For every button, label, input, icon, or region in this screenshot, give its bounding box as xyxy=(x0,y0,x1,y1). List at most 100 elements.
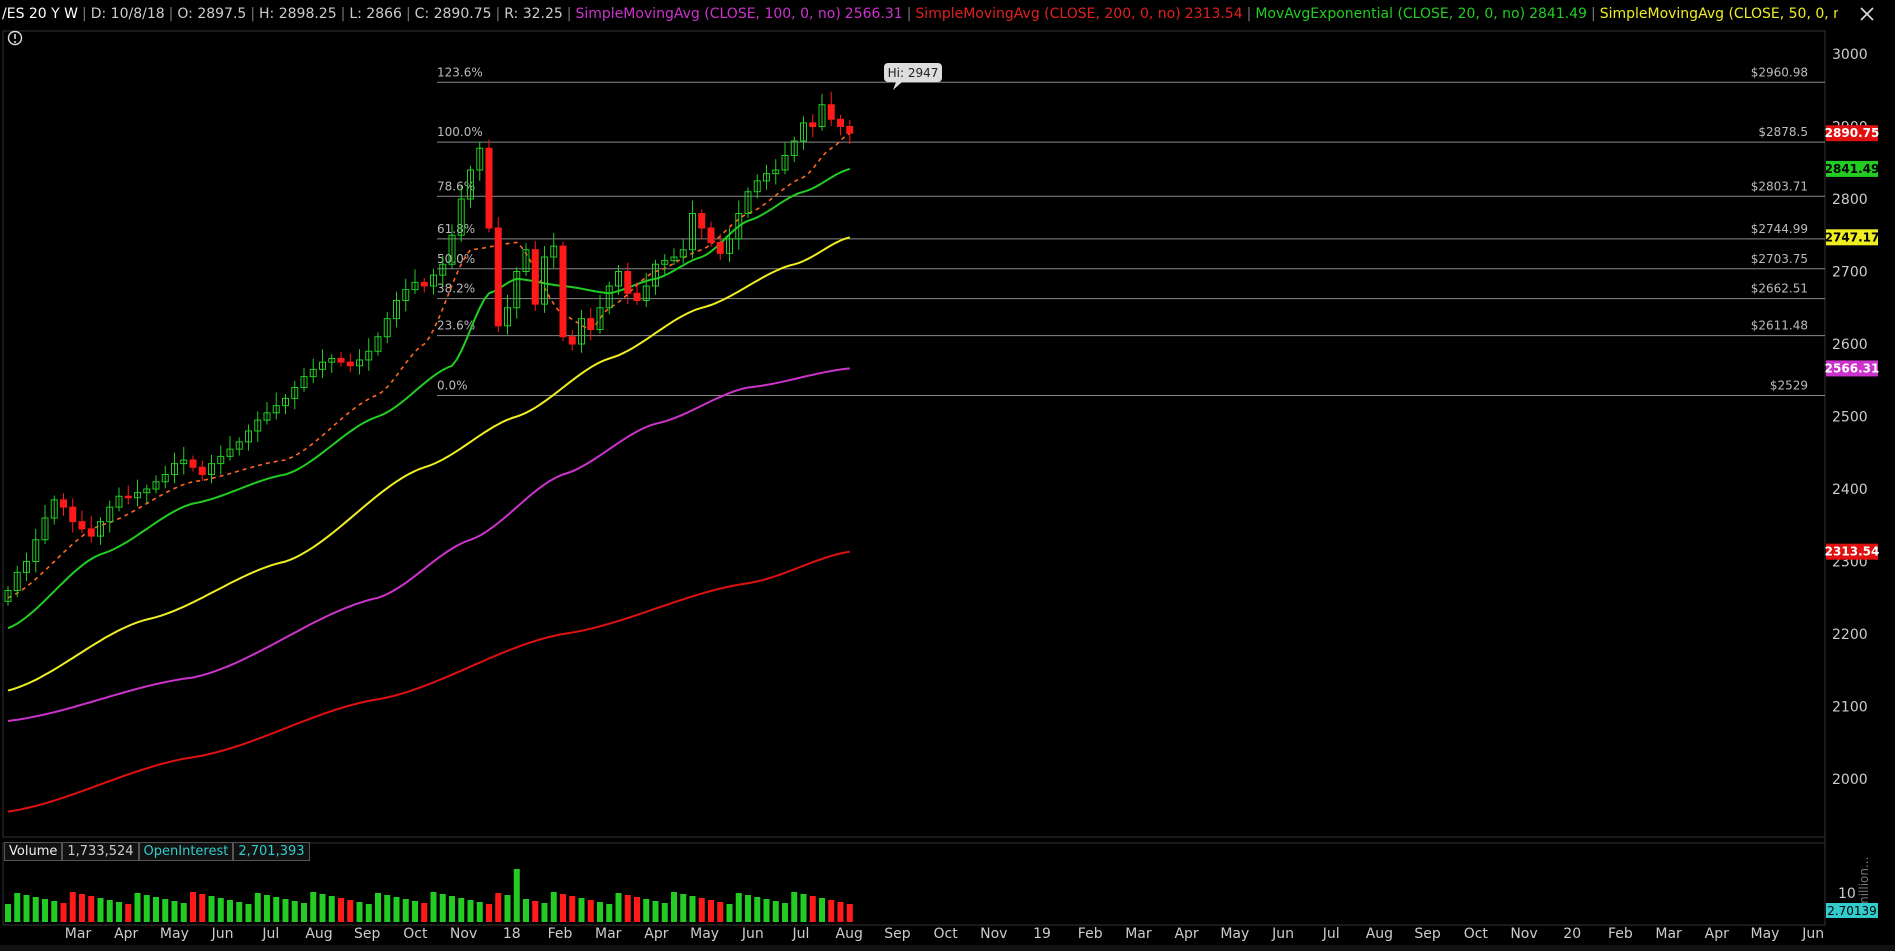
price-badge: 2747.17 xyxy=(1825,230,1880,244)
time-tick: Mar xyxy=(65,926,92,942)
study-label[interactable]: SimpleMovingAvg (CLOSE, 50, 0, no) xyxy=(1598,6,1838,22)
volume-bar xyxy=(421,903,428,922)
study-label[interactable]: SimpleMovingAvg (CLOSE, 100, 0, no) xyxy=(574,6,843,22)
symbol-label[interactable]: /ES 20 Y W xyxy=(0,6,80,22)
study-legend[interactable]: SimpleMovingAvg (CLOSE, 100, 0, no) 2566.… xyxy=(574,6,1839,22)
fib-price-label: $2744.99 xyxy=(1751,222,1808,236)
time-tick: Sep xyxy=(884,926,911,942)
volume-bar xyxy=(162,899,169,922)
time-tick: Mar xyxy=(1125,926,1152,942)
volume-bar xyxy=(365,904,372,922)
candle-body xyxy=(716,242,724,254)
candle-body xyxy=(198,466,206,475)
price-badge: 2313.54 xyxy=(1825,545,1880,559)
volume-unit: million... xyxy=(1857,857,1871,908)
volume-bar xyxy=(532,901,539,922)
time-tick: Aug xyxy=(305,926,332,942)
volume-bar xyxy=(661,903,668,922)
price-axis: 2000210022002300240025002600270028002900… xyxy=(1832,47,1868,788)
price-tick: 2500 xyxy=(1832,410,1868,426)
study-value: 2313.54 xyxy=(1184,6,1243,22)
volume-bar xyxy=(264,895,270,922)
candle-body xyxy=(124,495,132,499)
chart-canvas[interactable]: 123.6% $2960.98100.0% $2878.578.6% $2803.71… xyxy=(0,0,1895,951)
volume-bar xyxy=(606,904,613,922)
price-panel[interactable] xyxy=(2,30,1826,838)
volume-bar xyxy=(476,902,483,922)
time-tick: Feb xyxy=(1608,926,1633,942)
volume-bar xyxy=(347,900,354,922)
candle-body xyxy=(698,213,706,229)
volume-bar xyxy=(643,899,650,922)
volume-bar xyxy=(116,902,122,922)
scrollbar[interactable] xyxy=(0,945,1895,951)
time-tick: 19 xyxy=(1033,926,1051,942)
price-badge: 2566.31 xyxy=(1825,361,1880,375)
volume-label: Volume xyxy=(4,842,63,861)
study-label[interactable]: SimpleMovingAvg (CLOSE, 200, 0, no) xyxy=(913,6,1182,22)
volume-bar xyxy=(763,899,770,922)
hi-label: Hi: 2947 xyxy=(888,66,939,80)
volume-bar xyxy=(439,894,446,922)
volume-bar xyxy=(236,902,243,922)
volume-bar xyxy=(717,902,724,922)
volume-ytick: 10 xyxy=(1838,886,1856,902)
fib-price-label: $2960.98 xyxy=(1751,65,1808,79)
candle-body xyxy=(87,528,95,537)
volume-bar xyxy=(106,900,113,922)
volume-bar xyxy=(486,904,492,922)
volume-bar xyxy=(310,892,317,922)
price-badge: 2890.75 xyxy=(1825,126,1880,140)
time-tick: Oct xyxy=(403,926,428,942)
volume-bar xyxy=(171,901,178,922)
candle-body xyxy=(568,336,576,345)
volume-bar xyxy=(698,898,705,922)
volume-bar xyxy=(800,894,807,922)
time-tick: May xyxy=(160,926,189,942)
time-tick: Oct xyxy=(1464,926,1489,942)
time-tick: Sep xyxy=(354,926,381,942)
volume-bar xyxy=(624,895,631,922)
volume-bar xyxy=(5,904,11,922)
volume-legend: Volume 1,733,524 OpenInterest 2,701,393 xyxy=(4,842,310,861)
volume-bar xyxy=(745,895,751,922)
time-tick: Feb xyxy=(1078,926,1103,942)
fib-price-label: $2803.71 xyxy=(1751,179,1808,193)
volume-bar xyxy=(495,893,502,922)
fib-pct-label: 0.0% xyxy=(437,378,468,392)
volume-badge: 2.70139 xyxy=(1827,904,1877,918)
volume-bar xyxy=(726,904,733,922)
time-tick: May xyxy=(1751,926,1780,942)
time-tick: Mar xyxy=(1655,926,1682,942)
candle-body xyxy=(494,227,502,327)
volume-bar xyxy=(550,892,557,922)
candle-body xyxy=(60,499,67,508)
study-label[interactable]: MovAvgExponential (CLOSE, 20, 0, no) xyxy=(1253,6,1527,22)
fib-price-label: $2703.75 xyxy=(1751,252,1808,266)
fib-pct-label: 78.6% xyxy=(437,179,475,193)
candle-body xyxy=(346,361,354,367)
volume-bar xyxy=(273,897,280,922)
volume-bar xyxy=(837,902,844,922)
close-readout: C: 2890.75 xyxy=(414,6,492,22)
time-tick: May xyxy=(690,926,719,942)
volume-bar xyxy=(671,892,677,922)
volume-value: 1,733,524 xyxy=(62,842,139,861)
time-tick: Apr xyxy=(644,926,668,942)
volume-bar xyxy=(14,893,21,922)
volume-bar xyxy=(458,898,465,922)
volume-bar xyxy=(125,904,132,922)
time-tick: May xyxy=(1220,926,1249,942)
volume-bar xyxy=(328,896,335,922)
study-value: 2566.31 xyxy=(844,6,903,22)
price-tick: 2100 xyxy=(1832,700,1868,716)
volume-bar xyxy=(430,892,437,922)
volume-bar xyxy=(60,903,67,922)
volume-bar xyxy=(153,897,159,922)
volume-bar xyxy=(708,900,714,922)
close-icon[interactable] xyxy=(1857,4,1877,24)
fib-price-label: $2529 xyxy=(1770,378,1808,392)
candle-body xyxy=(337,358,345,363)
volume-bar xyxy=(227,900,233,922)
volume-bar xyxy=(615,893,622,922)
